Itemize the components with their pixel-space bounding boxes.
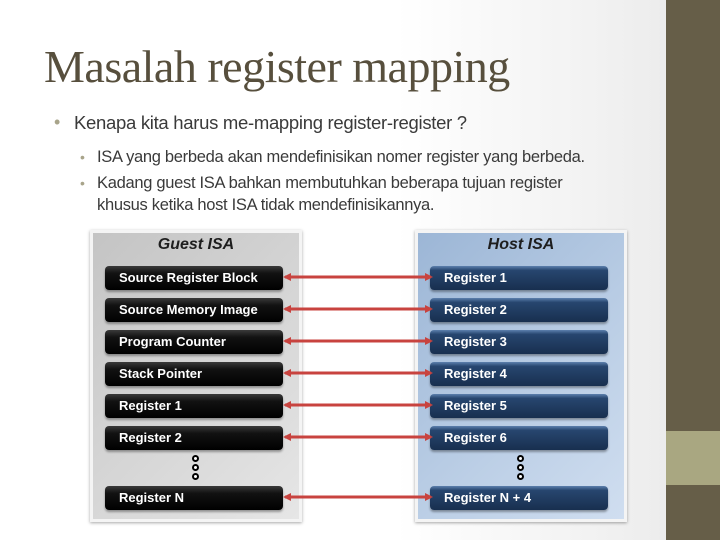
sub-bullet-text-continued: khusus ketika host ISA tidak mendefinisi… xyxy=(97,196,435,214)
host-register-box: Register N + 4 xyxy=(430,486,608,510)
sub-bullet-item: • Kadang guest ISA bahkan membutuhkan be… xyxy=(80,172,563,216)
guest-isa-title: Guest ISA xyxy=(157,236,235,253)
guest-register-box: Source Memory Image xyxy=(105,298,283,322)
bullet-dot-icon: • xyxy=(80,149,85,165)
slide-title: Masalah register mapping xyxy=(44,41,510,92)
guest-register-box: Register 2 xyxy=(105,426,283,450)
sub-bullet-item: • ISA yang berbeda akan mendefinisikan n… xyxy=(80,146,585,168)
bullet-dot-icon: • xyxy=(80,175,85,191)
host-register-box: Register 2 xyxy=(430,298,608,322)
guest-register-box: Stack Pointer xyxy=(105,362,283,386)
bullet-text: Kenapa kita harus me-mapping register-re… xyxy=(74,112,467,133)
sub-bullet-text: Kadang guest ISA bahkan membutuhkan bebe… xyxy=(97,174,563,192)
sidebar-accent-band xyxy=(666,431,720,485)
host-register-box: Register 4 xyxy=(430,362,608,386)
guest-register-box: Register 1 xyxy=(105,394,283,418)
guest-register-box: Program Counter xyxy=(105,330,283,354)
host-register-box: Register 6 xyxy=(430,426,608,450)
host-register-box: Register 3 xyxy=(430,330,608,354)
host-register-box: Register 1 xyxy=(430,266,608,290)
bullet-dot-icon: • xyxy=(54,112,61,132)
guest-isa-panel: Guest ISA Source Register Block Source M… xyxy=(90,230,302,522)
host-isa-title: Host ISA xyxy=(487,236,555,253)
host-register-box: Register 5 xyxy=(430,394,608,418)
guest-register-box: Register N xyxy=(105,486,283,510)
slide-sidebar-bar xyxy=(666,0,720,540)
vertical-ellipsis-icon xyxy=(516,455,526,481)
bullet-item: • Kenapa kita harus me-mapping register-… xyxy=(54,112,467,134)
host-isa-panel: Host ISA Register 1 Register 2 Register … xyxy=(415,230,627,522)
sub-bullet-text: ISA yang berbeda akan mendefinisikan nom… xyxy=(97,148,585,166)
vertical-ellipsis-icon xyxy=(191,455,201,481)
guest-register-box: Source Register Block xyxy=(105,266,283,290)
